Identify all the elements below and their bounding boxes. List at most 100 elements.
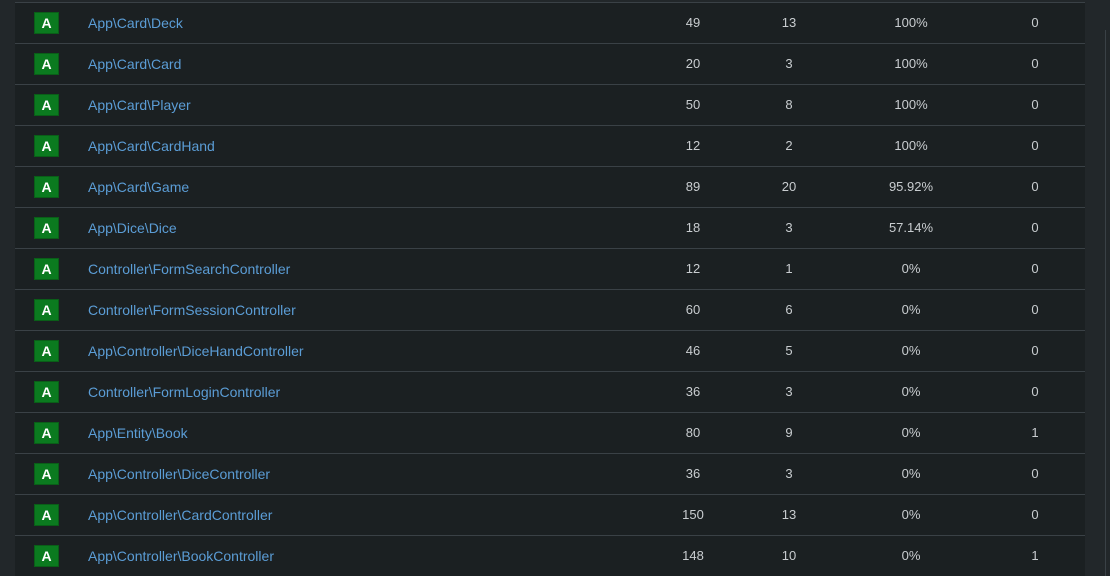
class-link[interactable]: App\Card\Player: [88, 85, 191, 125]
loc-cell: 12: [685, 138, 701, 153]
violations-cell: 0: [1031, 261, 1039, 276]
methods-cell: 1: [785, 261, 793, 276]
grade-badge: A: [34, 217, 59, 239]
class-link[interactable]: App\Controller\DiceHandController: [88, 331, 304, 371]
loc-cell: 12: [685, 261, 701, 276]
coverage-cell: 100%: [894, 15, 928, 30]
page: A App\Card\Deck 49 13 100% 0 A App\Card\…: [0, 0, 1110, 576]
table-row: A Controller\FormLoginController 36 3 0%…: [15, 372, 1085, 413]
methods-cell: 3: [785, 220, 793, 235]
violations-cell: 0: [1031, 15, 1039, 30]
class-link[interactable]: App\Card\CardHand: [88, 126, 215, 166]
violations-cell: 0: [1031, 466, 1039, 481]
class-link[interactable]: Controller\FormSessionController: [88, 290, 296, 330]
methods-cell: 13: [781, 15, 797, 30]
violations-cell: 0: [1031, 220, 1039, 235]
loc-cell: 148: [682, 548, 704, 563]
class-link[interactable]: App\Card\Deck: [88, 3, 183, 43]
right-panel-edge: [1105, 30, 1110, 576]
violations-cell: 0: [1031, 384, 1039, 399]
violations-cell: 0: [1031, 179, 1039, 194]
methods-cell: 3: [785, 384, 793, 399]
grade-badge: A: [34, 463, 59, 485]
violations-cell: 1: [1031, 425, 1039, 440]
loc-cell: 18: [685, 220, 701, 235]
table-row: A App\Card\Player 50 8 100% 0: [15, 85, 1085, 126]
table-row: A App\Controller\DiceController 36 3 0% …: [15, 454, 1085, 495]
table-row: A App\Card\CardHand 12 2 100% 0: [15, 126, 1085, 167]
grade-badge: A: [34, 422, 59, 444]
coverage-cell: 0%: [901, 425, 921, 440]
coverage-cell: 100%: [894, 97, 928, 112]
class-link[interactable]: App\Card\Card: [88, 44, 181, 84]
loc-cell: 20: [685, 56, 701, 71]
loc-cell: 36: [685, 466, 701, 481]
coverage-cell: 0%: [901, 302, 921, 317]
loc-cell: 46: [685, 343, 701, 358]
coverage-cell: 0%: [901, 343, 921, 358]
table-row: A App\Entity\Book 80 9 0% 1: [15, 413, 1085, 454]
violations-cell: 0: [1031, 56, 1039, 71]
table-row: A App\Controller\DiceHandController 46 5…: [15, 331, 1085, 372]
loc-cell: 49: [685, 15, 701, 30]
coverage-cell: 57.14%: [888, 220, 934, 235]
methods-cell: 5: [785, 343, 793, 358]
table-row: A Controller\FormSessionController 60 6 …: [15, 290, 1085, 331]
grade-badge: A: [34, 94, 59, 116]
methods-cell: 3: [785, 466, 793, 481]
grade-badge: A: [34, 135, 59, 157]
table-row: A App\Controller\CardController 150 13 0…: [15, 495, 1085, 536]
grade-badge: A: [34, 258, 59, 280]
coverage-cell: 0%: [901, 466, 921, 481]
table-row: A App\Dice\Dice 18 3 57.14% 0: [15, 208, 1085, 249]
coverage-cell: 0%: [901, 548, 921, 563]
grade-badge: A: [34, 545, 59, 567]
table-row: A App\Card\Deck 49 13 100% 0: [15, 3, 1085, 44]
class-link[interactable]: App\Dice\Dice: [88, 208, 177, 248]
grade-badge: A: [34, 504, 59, 526]
methods-cell: 2: [785, 138, 793, 153]
class-link[interactable]: App\Entity\Book: [88, 413, 188, 453]
violations-cell: 1: [1031, 548, 1039, 563]
grade-badge: A: [34, 340, 59, 362]
table-row: A App\Controller\BookController 148 10 0…: [15, 536, 1085, 576]
coverage-cell: 100%: [894, 138, 928, 153]
class-link[interactable]: App\Controller\DiceController: [88, 454, 270, 494]
class-link[interactable]: Controller\FormSearchController: [88, 249, 290, 289]
table-row: A App\Card\Game 89 20 95.92% 0: [15, 167, 1085, 208]
violations-cell: 0: [1031, 138, 1039, 153]
violations-cell: 0: [1031, 343, 1039, 358]
grade-badge: A: [34, 381, 59, 403]
methods-cell: 8: [785, 97, 793, 112]
coverage-cell: 100%: [894, 56, 928, 71]
grade-badge: A: [34, 299, 59, 321]
classes-table: A App\Card\Deck 49 13 100% 0 A App\Card\…: [15, 2, 1085, 576]
methods-cell: 3: [785, 56, 793, 71]
loc-cell: 50: [685, 97, 701, 112]
loc-cell: 150: [682, 507, 704, 522]
class-link[interactable]: App\Controller\CardController: [88, 495, 272, 535]
violations-cell: 0: [1031, 302, 1039, 317]
loc-cell: 80: [685, 425, 701, 440]
coverage-cell: 0%: [901, 507, 921, 522]
class-link[interactable]: App\Controller\BookController: [88, 536, 274, 576]
grade-badge: A: [34, 12, 59, 34]
grade-badge: A: [34, 176, 59, 198]
table-row: A Controller\FormSearchController 12 1 0…: [15, 249, 1085, 290]
coverage-cell: 0%: [901, 261, 921, 276]
methods-cell: 6: [785, 302, 793, 317]
coverage-cell: 0%: [901, 384, 921, 399]
methods-cell: 13: [781, 507, 797, 522]
violations-cell: 0: [1031, 507, 1039, 522]
loc-cell: 89: [685, 179, 701, 194]
loc-cell: 36: [685, 384, 701, 399]
methods-cell: 10: [781, 548, 797, 563]
table-row: A App\Card\Card 20 3 100% 0: [15, 44, 1085, 85]
methods-cell: 20: [781, 179, 797, 194]
methods-cell: 9: [785, 425, 793, 440]
violations-cell: 0: [1031, 97, 1039, 112]
class-link[interactable]: Controller\FormLoginController: [88, 372, 280, 412]
grade-badge: A: [34, 53, 59, 75]
loc-cell: 60: [685, 302, 701, 317]
class-link[interactable]: App\Card\Game: [88, 167, 189, 207]
